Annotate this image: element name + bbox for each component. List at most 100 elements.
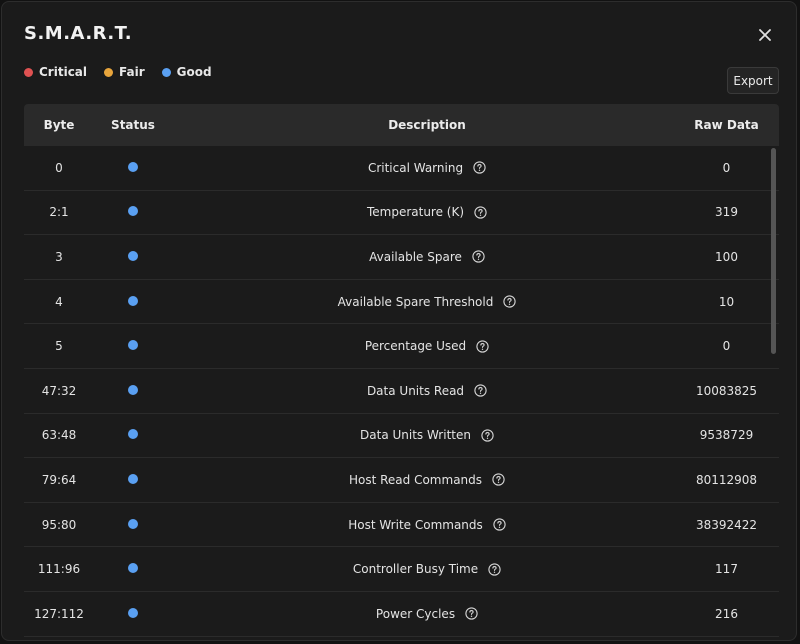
cell-byte: 95:80 (41, 517, 77, 532)
status-good-dot-icon (128, 295, 138, 306)
cell-description: Temperature (K) (172, 205, 682, 219)
help-icon[interactable] (503, 295, 517, 308)
description-text: Host Write Commands (348, 517, 483, 532)
cell-raw-data: 0 (722, 160, 731, 175)
table-row: 63:48 Data Units Written 9538729 (24, 414, 779, 459)
cell-description: Available Spare Threshold (172, 295, 682, 309)
cell-byte: 2:1 (49, 205, 69, 220)
cell-byte: 127:112 (34, 606, 84, 621)
legend-label: Critical (39, 65, 88, 79)
table-row: 5 Percentage Used 0 (24, 324, 779, 369)
cell-description: Data Units Read (172, 384, 682, 398)
cell-description: Power Cycles (172, 607, 682, 621)
help-icon[interactable] (474, 384, 487, 397)
help-icon[interactable] (481, 429, 494, 442)
status-good-dot-icon (128, 607, 138, 618)
description-text: Controller Busy Time (352, 562, 479, 577)
help-icon[interactable] (465, 607, 478, 620)
cell-raw-data: 38392422 (695, 517, 758, 532)
description-text: Available Spare (369, 249, 462, 264)
description-text: Available Spare Threshold (337, 294, 494, 309)
legend-item-good: Good (161, 65, 212, 79)
cell-raw-data: 80112908 (695, 472, 758, 487)
help-icon[interactable] (492, 473, 505, 487)
description-text: Critical Warning (367, 160, 464, 175)
cell-description: Data Units Written (172, 428, 682, 442)
help-icon[interactable] (473, 161, 486, 174)
cell-status (94, 607, 172, 621)
cell-byte: 47:32 (41, 383, 77, 398)
description-text: Data Units Written (360, 428, 471, 443)
cell-raw-data: 319 (715, 205, 738, 220)
status-good-dot-icon (128, 250, 138, 261)
cell-raw-data: 0 (722, 339, 731, 354)
cell-raw-data: 117 (715, 562, 738, 577)
cell-description: Host Write Commands (172, 518, 682, 532)
cell-byte: 63:48 (41, 428, 77, 443)
smart-dialog: S.M.A.R.T. Critical Fair Good Export Byt… (1, 1, 797, 641)
table-row: 111:96 Controller Busy Time 117 (24, 547, 779, 592)
header-status: Status (111, 118, 155, 132)
cell-description: Controller Busy Time (172, 562, 682, 576)
cell-byte: 111:96 (37, 562, 81, 577)
help-icon[interactable] (472, 250, 485, 264)
table-row: 2:1 Temperature (K) 319 (24, 191, 779, 236)
cell-description: Percentage Used (172, 339, 682, 353)
help-icon[interactable] (488, 562, 501, 576)
status-good-dot-icon (128, 518, 138, 529)
cell-status (94, 250, 172, 264)
legend-label: Good (176, 65, 212, 79)
cell-raw-data: 216 (715, 606, 738, 621)
description-text: Temperature (K) (366, 205, 465, 220)
table-row: 127:112 Power Cycles 216 (24, 592, 779, 637)
table-row: 4 Available Spare Threshold 10 (24, 280, 779, 325)
description-text: Percentage Used (364, 339, 467, 354)
header-description: Description (388, 118, 466, 132)
cell-raw-data: 9538729 (699, 428, 754, 443)
cell-byte: 3 (55, 249, 63, 264)
cell-status (94, 473, 172, 487)
help-icon[interactable] (474, 206, 487, 219)
cell-description: Available Spare (172, 250, 682, 264)
cell-status (94, 518, 172, 532)
status-good-dot-icon (128, 384, 138, 395)
cell-status (94, 384, 172, 398)
description-text: Data Units Read (366, 383, 465, 398)
status-legend: Critical Fair Good (24, 65, 229, 79)
legend-item-fair: Fair (104, 65, 145, 79)
cell-raw-data: 10083825 (695, 383, 758, 398)
cell-description: Critical Warning (172, 161, 682, 175)
help-icon[interactable] (476, 340, 489, 353)
cell-raw-data: 10 (718, 294, 735, 309)
cell-byte: 0 (55, 160, 63, 175)
good-dot-icon (161, 67, 171, 77)
cell-status (94, 428, 172, 442)
description-text: Power Cycles (375, 606, 456, 621)
header-raw-data: Raw Data (694, 118, 759, 132)
cell-description: Host Read Commands (172, 473, 682, 487)
cell-status (94, 562, 172, 576)
help-icon[interactable] (493, 518, 506, 531)
scrollbar-thumb[interactable] (771, 148, 776, 354)
cell-status (94, 205, 172, 219)
cell-byte: 4 (55, 294, 63, 309)
status-good-dot-icon (128, 340, 138, 351)
cell-byte: 5 (55, 339, 63, 354)
close-icon (759, 29, 771, 41)
description-text: Host Read Commands (348, 472, 483, 487)
table-row: 47:32 Data Units Read 10083825 (24, 369, 779, 414)
cell-raw-data: 100 (715, 249, 738, 264)
critical-dot-icon (24, 67, 33, 77)
table-row: 79:64 Host Read Commands 80112908 (24, 458, 779, 503)
cell-status (94, 339, 172, 353)
export-button[interactable]: Export (727, 67, 779, 94)
table-body[interactable]: 0 Critical Warning 0 2:1 Temperature (K) 319 3… (24, 146, 779, 637)
cell-status (94, 161, 172, 175)
close-button[interactable] (754, 24, 776, 46)
table-row: 95:80 Host Write Commands 38392422 (24, 503, 779, 548)
status-good-dot-icon (128, 429, 138, 440)
fair-dot-icon (104, 67, 114, 77)
header-byte: Byte (43, 118, 75, 132)
status-good-dot-icon (128, 563, 138, 574)
status-good-dot-icon (128, 206, 138, 217)
